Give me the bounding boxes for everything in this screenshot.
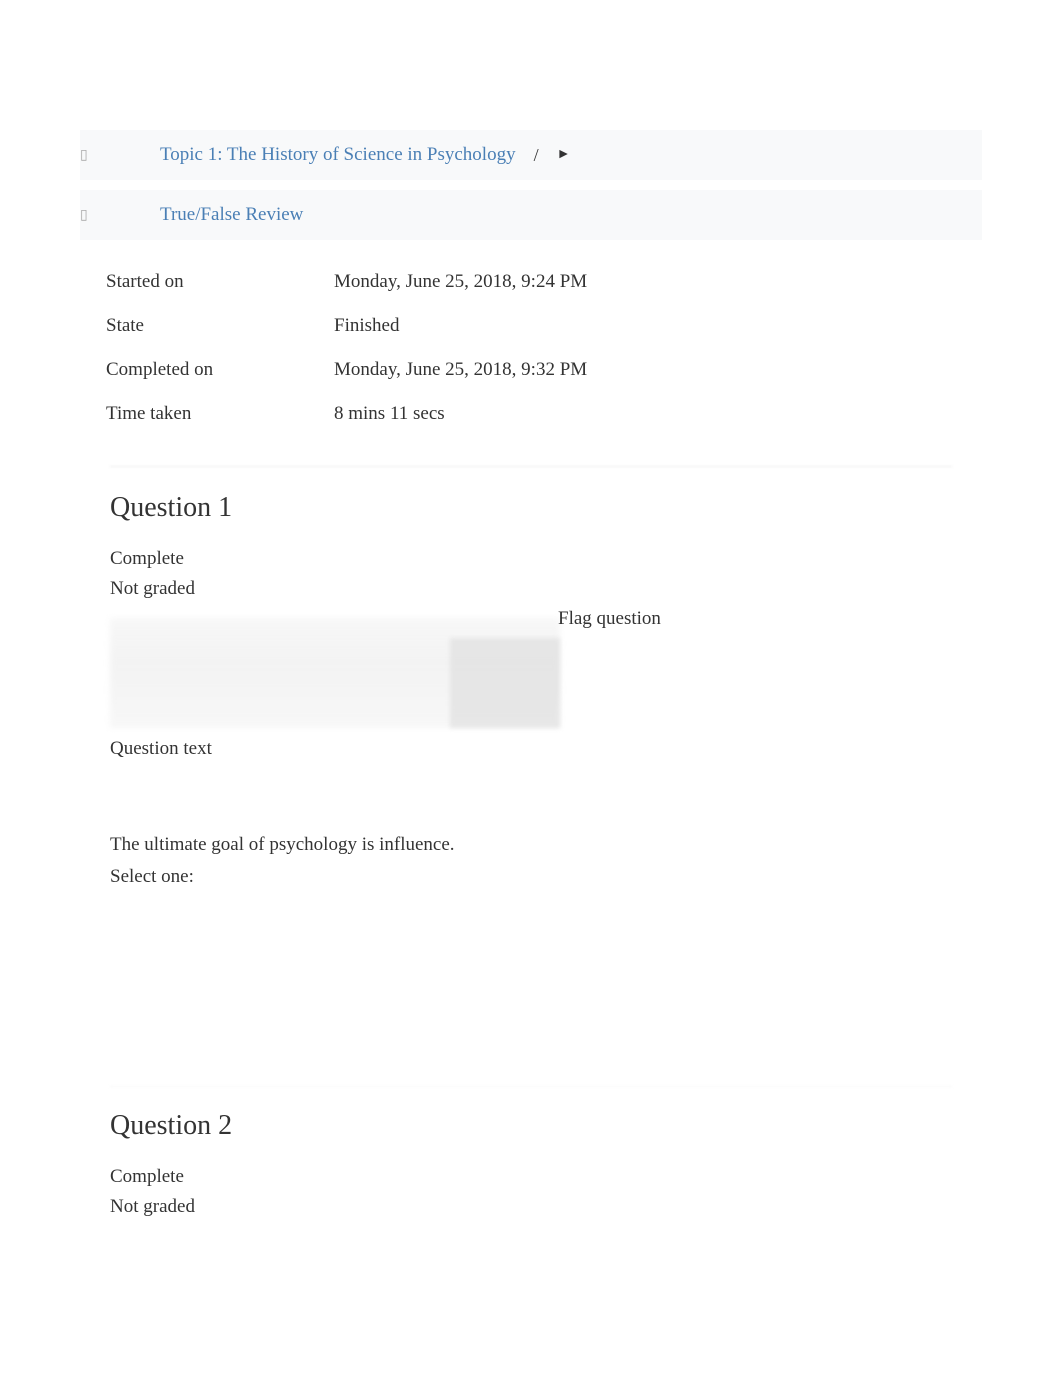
meta-value-state: Finished: [334, 315, 399, 337]
meta-value-started: Monday, June 25, 2018, 9:24 PM: [334, 271, 587, 293]
breadcrumb-review-link[interactable]: True/False Review: [160, 204, 303, 226]
meta-value-completed: Monday, June 25, 2018, 9:32 PM: [334, 359, 587, 381]
meta-label-state: State: [106, 315, 334, 337]
meta-label-started: Started on: [106, 271, 334, 293]
question-1-status: Complete: [110, 548, 982, 570]
question-1-block: Question 1 Complete Not graded Flag ques…: [110, 492, 982, 1086]
question-2-title: Question 2: [110, 1110, 982, 1142]
blurred-content-inner: [450, 638, 560, 728]
question-2-status: Complete: [110, 1166, 982, 1188]
meta-label-completed: Completed on: [106, 359, 334, 381]
question-2-grade: Not graded: [110, 1196, 982, 1218]
question-1-body: The ultimate goal of psychology is influ…: [110, 834, 982, 856]
flag-question-link[interactable]: Flag question: [558, 608, 661, 630]
question-1-select-one: Select one:: [110, 866, 982, 888]
bullet-icon: ▯: [80, 207, 90, 224]
breadcrumb-row-2: ▯ True/False Review: [80, 190, 982, 240]
section-divider: [110, 466, 952, 472]
section-divider-2: [110, 1086, 952, 1094]
meta-row-started: Started on Monday, June 25, 2018, 9:24 P…: [106, 260, 982, 304]
meta-value-time: 8 mins 11 secs: [334, 403, 445, 425]
breadcrumb-topic-link[interactable]: Topic 1: The History of Science in Psych…: [160, 144, 516, 166]
question-1-grade: Not graded: [110, 578, 982, 600]
meta-row-time: Time taken 8 mins 11 secs: [106, 392, 982, 436]
arrow-icon: ►: [557, 147, 571, 163]
question-1-flag-row: Flag question: [110, 608, 982, 728]
question-2-block: Question 2 Complete Not graded: [110, 1110, 982, 1266]
meta-label-time: Time taken: [106, 403, 334, 425]
question-text-label: Question text: [110, 734, 222, 764]
bullet-icon: ▯: [80, 147, 90, 164]
question-1-answer-area: [110, 896, 982, 1046]
page-container: ▯ Topic 1: The History of Science in Psy…: [0, 0, 1062, 1306]
breadcrumb-row-1: ▯ Topic 1: The History of Science in Psy…: [80, 130, 982, 180]
meta-row-completed: Completed on Monday, June 25, 2018, 9:32…: [106, 348, 982, 392]
breadcrumb-separator: /: [534, 145, 539, 166]
meta-row-state: State Finished: [106, 304, 982, 348]
question-1-title: Question 1: [110, 492, 982, 524]
quiz-meta-table: Started on Monday, June 25, 2018, 9:24 P…: [106, 260, 982, 436]
